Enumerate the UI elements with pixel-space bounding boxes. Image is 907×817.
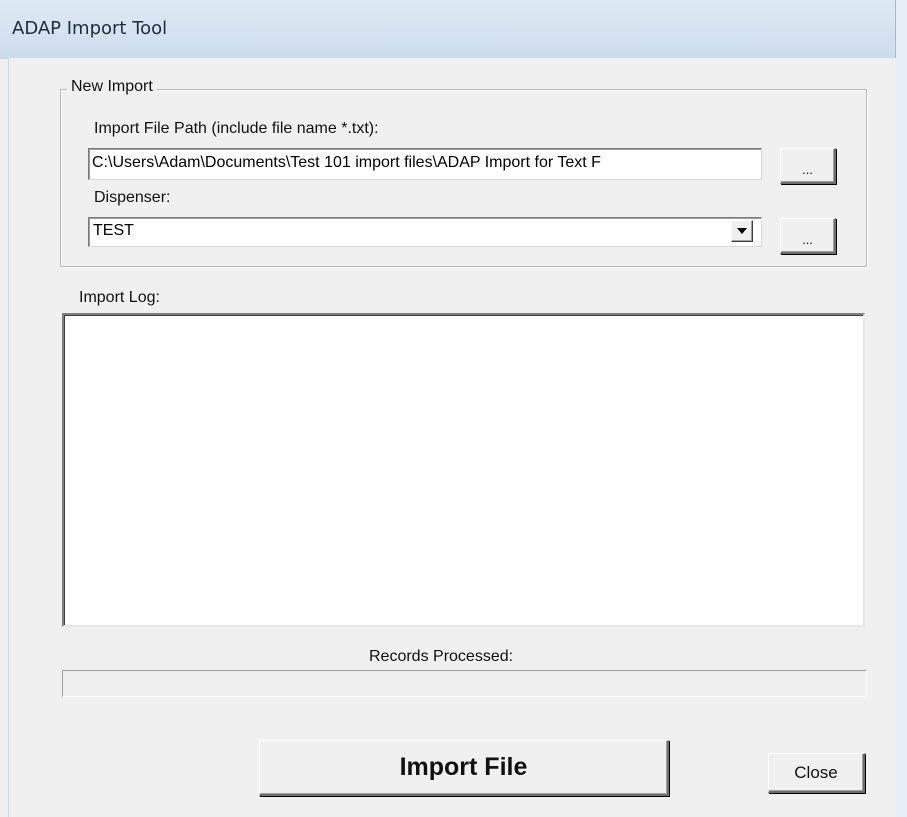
window-right-border bbox=[895, 0, 907, 817]
dispenser-dropdown-button[interactable] bbox=[731, 220, 753, 242]
dispenser-label: Dispenser: bbox=[94, 189, 171, 206]
browse-file-button-label: ... bbox=[802, 162, 813, 177]
import-file-button[interactable]: Import File bbox=[259, 740, 669, 796]
records-processed-label: Records Processed: bbox=[369, 648, 514, 665]
import-log-textarea[interactable] bbox=[62, 313, 865, 627]
import-file-button-label: Import File bbox=[399, 753, 528, 781]
chevron-down-icon bbox=[737, 228, 747, 234]
window-title: ADAP Import Tool bbox=[12, 18, 168, 39]
browse-dispenser-button[interactable]: ... bbox=[780, 218, 836, 254]
import-file-path-field[interactable]: C:\Users\Adam\Documents\Test 101 import … bbox=[88, 148, 762, 180]
import-log-label: Import Log: bbox=[79, 289, 160, 306]
browse-dispenser-button-label: ... bbox=[802, 232, 813, 247]
close-button-label: Close bbox=[794, 762, 838, 782]
adap-import-window: ADAP Import Tool New Import Import File … bbox=[0, 0, 907, 817]
close-button[interactable]: Close bbox=[768, 753, 865, 793]
browse-file-button[interactable]: ... bbox=[780, 148, 836, 184]
import-file-path-label: Import File Path (include file name *.tx… bbox=[94, 120, 379, 137]
records-progress-bar bbox=[62, 670, 867, 697]
new-import-group-label: New Import bbox=[67, 78, 157, 96]
dispenser-selected-value: TEST bbox=[93, 222, 134, 239]
title-bar[interactable]: ADAP Import Tool bbox=[0, 0, 907, 59]
dispenser-select[interactable]: TEST bbox=[88, 217, 762, 247]
